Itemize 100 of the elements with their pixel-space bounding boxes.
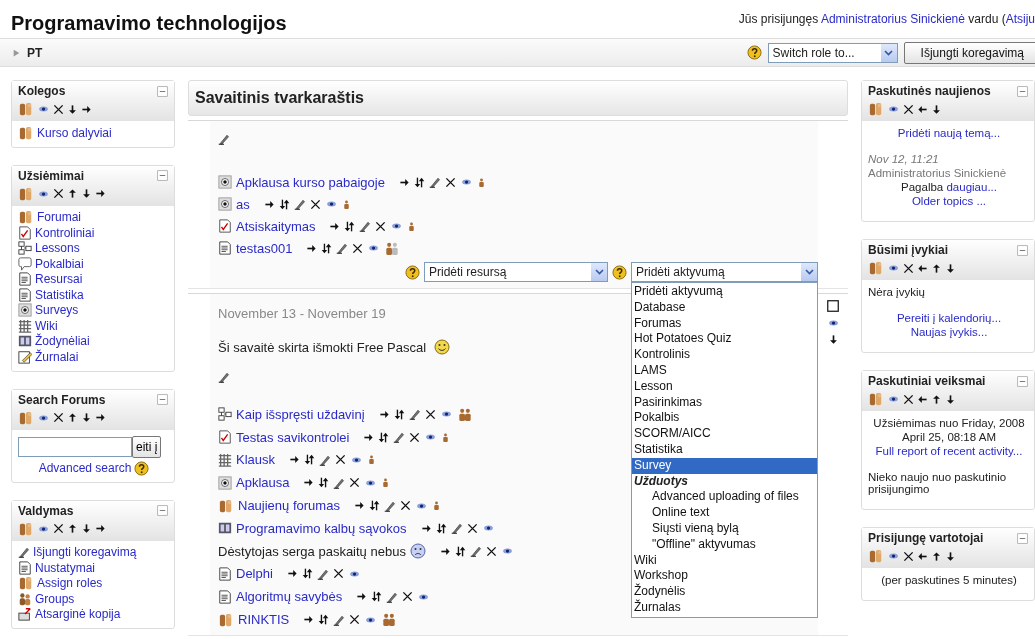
arrow-right-icon[interactable] <box>378 408 390 420</box>
activity-link[interactable]: RINKTIS <box>238 612 290 628</box>
delete-icon[interactable] <box>399 500 411 512</box>
caret-icon[interactable] <box>804 269 814 275</box>
sidebar-link[interactable]: Wiki <box>35 318 58 333</box>
arrow-right-icon[interactable] <box>329 220 341 232</box>
block-link[interactable]: Pridėti naują temą... <box>897 127 1001 139</box>
arrow-right-icon[interactable] <box>420 522 432 534</box>
sidebar-link[interactable]: Lessons <box>35 241 80 256</box>
eye-icon[interactable] <box>367 243 381 253</box>
dropdown-option[interactable]: Statistika <box>632 441 817 458</box>
help-icon[interactable] <box>612 264 627 280</box>
resource-select[interactable]: Pridėti resursą <box>424 262 608 282</box>
dropdown-option[interactable]: Pokalbis <box>632 410 817 427</box>
delete-icon[interactable] <box>349 477 361 489</box>
sidebar-link[interactable]: Išjungti koregavimą <box>33 545 137 560</box>
dropdown-option[interactable]: Žurnalas <box>632 599 817 616</box>
activity-link[interactable]: Klausk <box>236 452 276 468</box>
move-icon[interactable] <box>318 613 330 627</box>
pen-icon[interactable] <box>333 476 346 489</box>
sidebar-link[interactable]: Atsarginė kopija <box>35 607 121 622</box>
activity-link[interactable]: as <box>236 196 250 212</box>
eye-icon[interactable] <box>887 263 900 273</box>
pen-icon[interactable] <box>386 590 399 603</box>
arrow-down-icon[interactable] <box>81 523 92 534</box>
advanced-search-link[interactable]: Advanced search <box>38 461 132 475</box>
arrow-up-icon[interactable] <box>931 393 942 405</box>
eye-icon[interactable] <box>481 523 495 534</box>
delete-icon[interactable] <box>444 176 456 188</box>
edit-mode-button[interactable]: Išjungti koregavimą <box>903 41 1035 64</box>
dropdown-option[interactable]: LAMS <box>632 363 817 379</box>
dropdown-option[interactable]: Online text <box>632 505 817 521</box>
activity-link[interactable]: Programavimo kalbų sąvokos <box>236 520 407 536</box>
arrow-down-icon[interactable] <box>931 103 942 115</box>
pen-icon[interactable] <box>293 198 306 210</box>
delete-icon[interactable] <box>349 614 361 626</box>
arrow-up-icon[interactable] <box>67 188 78 199</box>
dropdown-option[interactable]: Wiki <box>632 552 817 569</box>
sidebar-link[interactable]: Pokalbiai <box>35 256 84 271</box>
arrow-down-icon[interactable] <box>81 412 92 423</box>
caret-icon[interactable] <box>884 49 894 56</box>
arrow-down-icon[interactable] <box>945 393 956 405</box>
sidebar-link[interactable]: Surveys <box>35 303 79 318</box>
move-icon[interactable] <box>278 197 290 211</box>
move-icon[interactable] <box>413 175 425 189</box>
sidebar-link[interactable]: Žurnalai <box>35 349 79 364</box>
activity-link[interactable]: Apklausa kurso pabaigoje <box>236 174 385 190</box>
move-icon[interactable] <box>371 590 383 604</box>
eye-icon[interactable] <box>350 455 364 465</box>
pen-icon[interactable] <box>218 371 230 383</box>
pen-icon[interactable] <box>333 613 346 626</box>
people-icon[interactable] <box>456 407 473 421</box>
collapse-icon[interactable] <box>157 505 168 516</box>
delete-icon[interactable] <box>335 454 347 466</box>
pen-icon[interactable] <box>316 567 329 580</box>
pen-icon[interactable] <box>218 133 230 145</box>
people-icon[interactable] <box>18 410 34 425</box>
dropdown-option[interactable]: SCORM/AICC <box>632 426 817 442</box>
activity-link[interactable]: Kaip išspręsti uždavinį <box>236 406 365 422</box>
activity-link[interactable]: Algoritmų savybės <box>236 589 343 605</box>
arrow-up-icon[interactable] <box>67 523 78 534</box>
activity-link[interactable]: Naujienų forumas <box>238 498 340 514</box>
delete-icon[interactable] <box>903 262 914 274</box>
arrow-left-icon[interactable] <box>917 393 928 405</box>
arrow-left-icon[interactable] <box>917 103 928 115</box>
people-icon[interactable] <box>868 102 884 116</box>
move-icon[interactable] <box>454 544 466 558</box>
eye-icon[interactable] <box>390 221 404 231</box>
block-link[interactable]: Naujas įvykis... <box>910 326 988 338</box>
sidebar-link[interactable]: Kurso dalyviai <box>37 125 112 140</box>
move-icon[interactable] <box>344 219 356 233</box>
eye-icon[interactable] <box>424 432 438 443</box>
arrow-right-icon[interactable] <box>356 591 368 603</box>
delete-icon[interactable] <box>53 412 64 423</box>
help-icon[interactable] <box>405 264 420 280</box>
sidebar-link[interactable]: Žodynėliai <box>35 334 90 349</box>
arrow-right-icon[interactable] <box>95 523 106 534</box>
arrow-left-icon[interactable] <box>917 262 928 274</box>
delete-icon[interactable] <box>53 523 64 534</box>
pen-icon[interactable] <box>428 176 441 188</box>
dropdown-option[interactable]: Žodynėlis <box>632 584 817 600</box>
eye-icon[interactable] <box>887 394 900 404</box>
collapse-icon[interactable] <box>1017 85 1028 97</box>
move-icon[interactable] <box>378 430 390 444</box>
person-icon[interactable] <box>381 476 391 490</box>
move-icon[interactable] <box>304 453 316 467</box>
arrow-right-icon[interactable] <box>286 568 298 580</box>
pen-icon[interactable] <box>359 220 372 232</box>
eye-icon[interactable] <box>826 318 840 328</box>
arrow-up-icon[interactable] <box>931 550 942 562</box>
pen-icon[interactable] <box>393 431 406 444</box>
collapse-icon[interactable] <box>157 170 168 181</box>
breadcrumb-link[interactable]: PT <box>27 45 43 60</box>
eye-icon[interactable] <box>37 104 50 114</box>
arrow-right-icon[interactable] <box>363 431 375 443</box>
arrow-up-icon[interactable] <box>67 412 78 423</box>
help-icon[interactable] <box>134 460 150 476</box>
pen-icon[interactable] <box>408 408 421 421</box>
move-icon[interactable] <box>318 476 330 490</box>
activity-link[interactable]: Apklausa <box>236 475 290 491</box>
